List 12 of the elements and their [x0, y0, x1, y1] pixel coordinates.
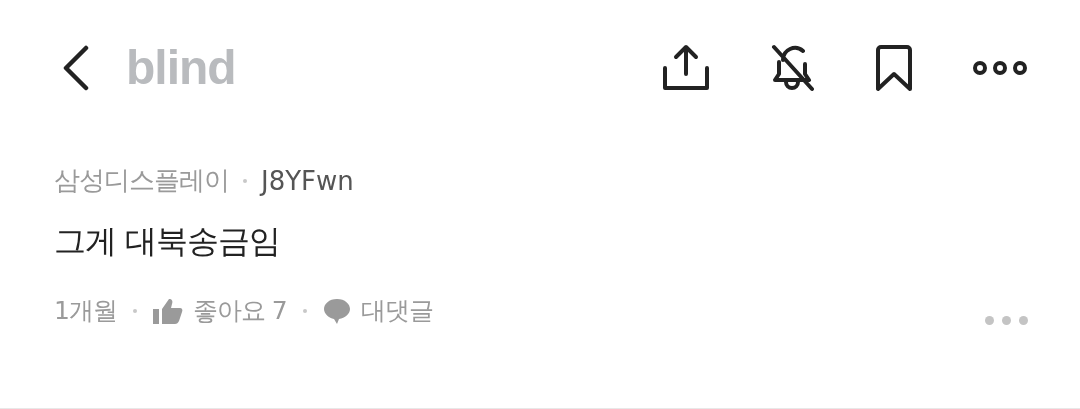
thumbs-up-icon	[152, 297, 183, 324]
like-button[interactable]: 좋아요 7	[152, 294, 287, 327]
bookmark-button[interactable]	[874, 43, 914, 92]
comment-text: 그게 대북송금임	[54, 221, 282, 262]
reply-button[interactable]: 대댓글	[322, 294, 433, 327]
speech-bubble-icon	[322, 297, 351, 324]
author-name: J8YFwn	[261, 165, 354, 196]
time-ago: 1개월	[54, 295, 117, 327]
logo: blind	[126, 40, 236, 95]
more-button[interactable]	[972, 59, 1028, 76]
company-name: 삼성디스플레이	[54, 164, 229, 197]
share-button[interactable]	[662, 43, 710, 92]
